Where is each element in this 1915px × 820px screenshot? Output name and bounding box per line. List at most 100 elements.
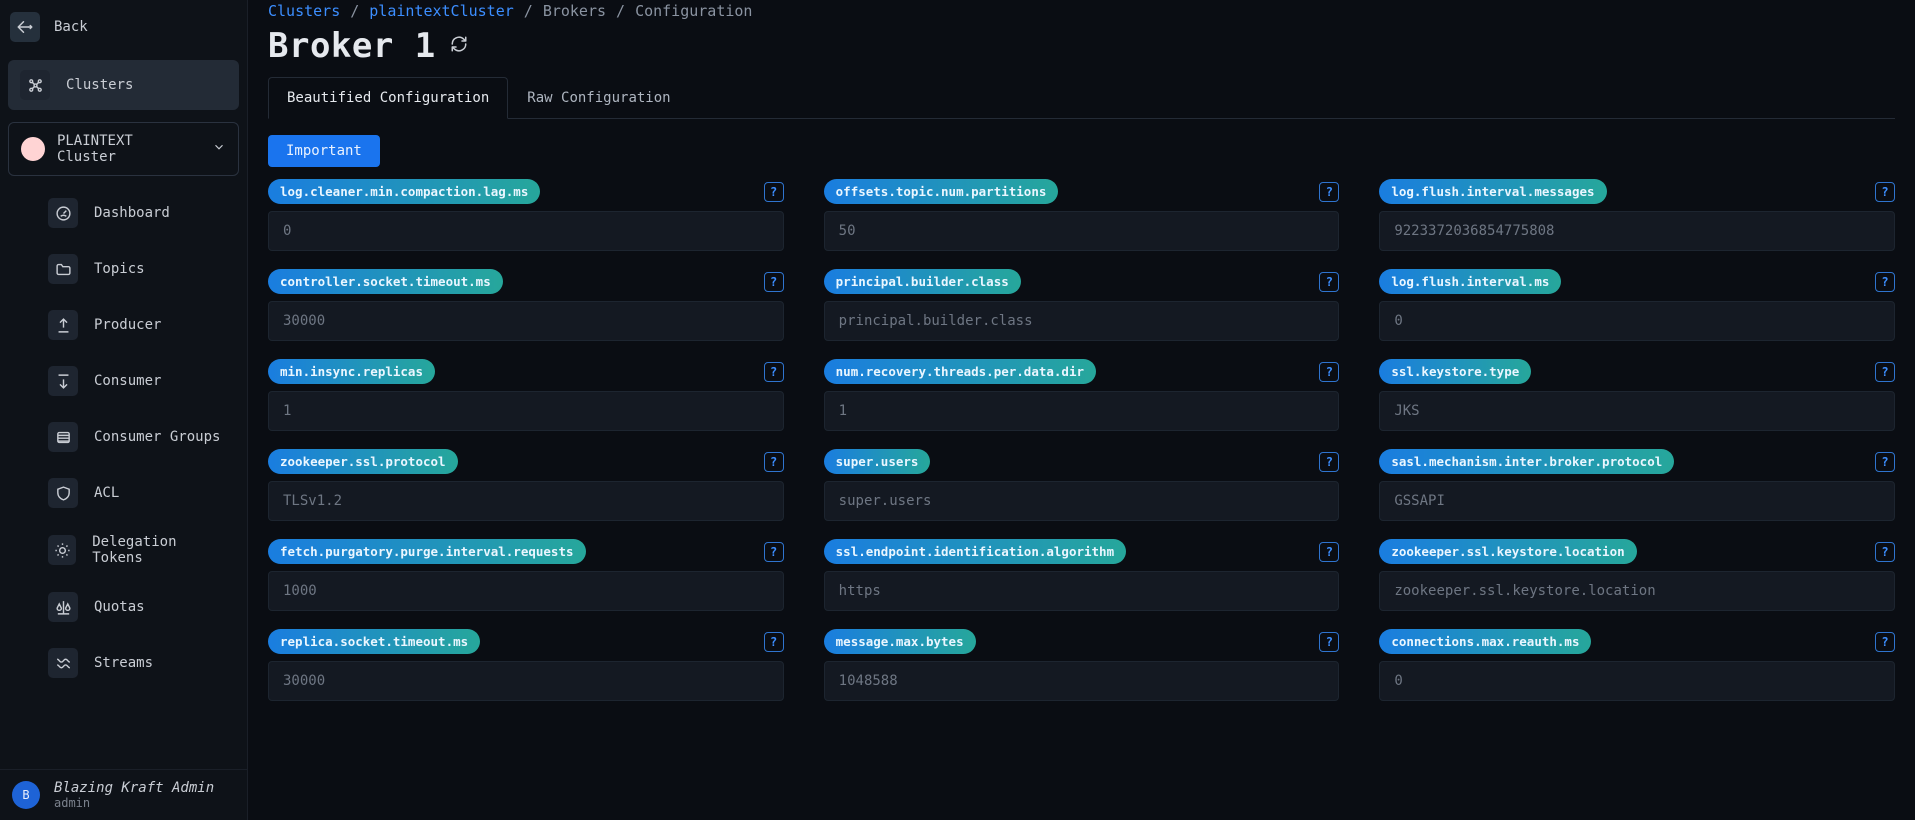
help-icon[interactable]: ? — [1319, 362, 1339, 382]
page-title: Broker 1 — [268, 26, 436, 66]
sidebar-item-label: ACL — [94, 485, 119, 501]
config-key-pill: ssl.endpoint.identification.algorithm — [824, 539, 1126, 564]
breadcrumb-cluster[interactable]: plaintextCluster — [369, 2, 514, 20]
help-icon[interactable]: ? — [764, 632, 784, 652]
config-key-pill: num.recovery.threads.per.data.dir — [824, 359, 1096, 384]
cluster-color-dot — [21, 137, 45, 161]
config-key-pill: sasl.mechanism.inter.broker.protocol — [1379, 449, 1674, 474]
help-icon[interactable]: ? — [1319, 182, 1339, 202]
config-value-input[interactable] — [1379, 301, 1895, 341]
config-item: ssl.endpoint.identification.algorithm? — [824, 539, 1340, 611]
config-value-input[interactable] — [1379, 211, 1895, 251]
help-icon[interactable]: ? — [764, 182, 784, 202]
config-key-pill: zookeeper.ssl.keystore.location — [1379, 539, 1636, 564]
config-key-pill: replica.socket.timeout.ms — [268, 629, 480, 654]
config-value-input[interactable] — [1379, 481, 1895, 521]
help-icon[interactable]: ? — [1875, 272, 1895, 292]
footer-user-name: Blazing Kraft Admin — [54, 780, 214, 796]
breadcrumb-sep: / — [350, 2, 359, 20]
help-icon[interactable]: ? — [1875, 542, 1895, 562]
tab-beautified[interactable]: Beautified Configuration — [268, 77, 508, 119]
config-key-pill: super.users — [824, 449, 931, 474]
config-item: sasl.mechanism.inter.broker.protocol? — [1379, 449, 1895, 521]
config-item: min.insync.replicas? — [268, 359, 784, 431]
breadcrumb-clusters[interactable]: Clusters — [268, 2, 340, 20]
sidebar-footer[interactable]: B Blazing Kraft Admin admin — [0, 769, 247, 820]
config-value-input[interactable] — [1379, 571, 1895, 611]
help-icon[interactable]: ? — [764, 362, 784, 382]
config-key-pill: fetch.purgatory.purge.interval.requests — [268, 539, 586, 564]
help-icon[interactable]: ? — [764, 542, 784, 562]
sidebar-item-delegation-tokens[interactable]: Delegation Tokens — [36, 524, 239, 576]
streams-icon — [48, 648, 78, 678]
avatar: B — [12, 781, 40, 809]
sidebar-item-label: Consumer — [94, 373, 161, 389]
refresh-button[interactable] — [450, 35, 468, 57]
arrow-left-icon — [16, 18, 34, 36]
help-icon[interactable]: ? — [1875, 452, 1895, 472]
config-value-input[interactable] — [824, 661, 1340, 701]
config-value-input[interactable] — [268, 211, 784, 251]
scale-icon — [48, 592, 78, 622]
config-key-pill: log.flush.interval.messages — [1379, 179, 1606, 204]
config-key-pill: principal.builder.class — [824, 269, 1021, 294]
config-value-input[interactable] — [268, 661, 784, 701]
cluster-selector[interactable]: PLAINTEXT Cluster — [8, 122, 239, 176]
config-value-input[interactable] — [824, 571, 1340, 611]
sidebar-item-acl[interactable]: ACL — [36, 468, 239, 518]
sidebar-item-quotas[interactable]: Quotas — [36, 582, 239, 632]
back-button[interactable] — [10, 12, 40, 42]
sidebar-item-producer[interactable]: Producer — [36, 300, 239, 350]
sidebar-item-label: Delegation Tokens — [92, 534, 227, 566]
refresh-icon — [450, 35, 468, 53]
list-icon — [48, 422, 78, 452]
config-item: log.cleaner.min.compaction.lag.ms? — [268, 179, 784, 251]
config-value-input[interactable] — [1379, 661, 1895, 701]
breadcrumb-sep: / — [616, 2, 625, 20]
sidebar-item-consumer[interactable]: Consumer — [36, 356, 239, 406]
config-value-input[interactable] — [824, 391, 1340, 431]
config-item: principal.builder.class? — [824, 269, 1340, 341]
config-key-pill: controller.socket.timeout.ms — [268, 269, 503, 294]
breadcrumb-sep: / — [524, 2, 533, 20]
help-icon[interactable]: ? — [1875, 362, 1895, 382]
sidebar-item-consumer-groups[interactable]: Consumer Groups — [36, 412, 239, 462]
config-value-input[interactable] — [268, 391, 784, 431]
sidebar-item-dashboard[interactable]: Dashboard — [36, 188, 239, 238]
config-value-input[interactable] — [268, 301, 784, 341]
config-item: controller.socket.timeout.ms? — [268, 269, 784, 341]
tab-raw[interactable]: Raw Configuration — [508, 77, 689, 119]
config-value-input[interactable] — [824, 301, 1340, 341]
sidebar-item-label: Quotas — [94, 599, 145, 615]
help-icon[interactable]: ? — [764, 272, 784, 292]
config-item: offsets.topic.num.partitions? — [824, 179, 1340, 251]
config-key-pill: ssl.keystore.type — [1379, 359, 1531, 384]
config-item: message.max.bytes? — [824, 629, 1340, 701]
config-value-input[interactable] — [824, 211, 1340, 251]
importance-filter-button[interactable]: Important — [268, 135, 380, 167]
sidebar-item-clusters[interactable]: Clusters — [8, 60, 239, 110]
download-icon — [48, 366, 78, 396]
config-value-input[interactable] — [268, 481, 784, 521]
dashboard-icon — [48, 198, 78, 228]
help-icon[interactable]: ? — [1319, 632, 1339, 652]
config-value-input[interactable] — [1379, 391, 1895, 431]
config-value-input[interactable] — [824, 481, 1340, 521]
config-item: log.flush.interval.messages? — [1379, 179, 1895, 251]
config-key-pill: connections.max.reauth.ms — [1379, 629, 1591, 654]
token-icon — [48, 535, 76, 565]
help-icon[interactable]: ? — [764, 452, 784, 472]
help-icon[interactable]: ? — [1875, 182, 1895, 202]
breadcrumb-config: Configuration — [635, 2, 752, 20]
clusters-icon — [20, 70, 50, 100]
help-icon[interactable]: ? — [1319, 452, 1339, 472]
sidebar-item-streams[interactable]: Streams — [36, 638, 239, 688]
help-icon[interactable]: ? — [1319, 542, 1339, 562]
config-item: super.users? — [824, 449, 1340, 521]
sidebar-item-topics[interactable]: Topics — [36, 244, 239, 294]
help-icon[interactable]: ? — [1875, 632, 1895, 652]
help-icon[interactable]: ? — [1319, 272, 1339, 292]
config-value-input[interactable] — [268, 571, 784, 611]
chevron-down-icon — [212, 140, 226, 158]
breadcrumb: Clusters / plaintextCluster / Brokers / … — [268, 0, 1895, 20]
